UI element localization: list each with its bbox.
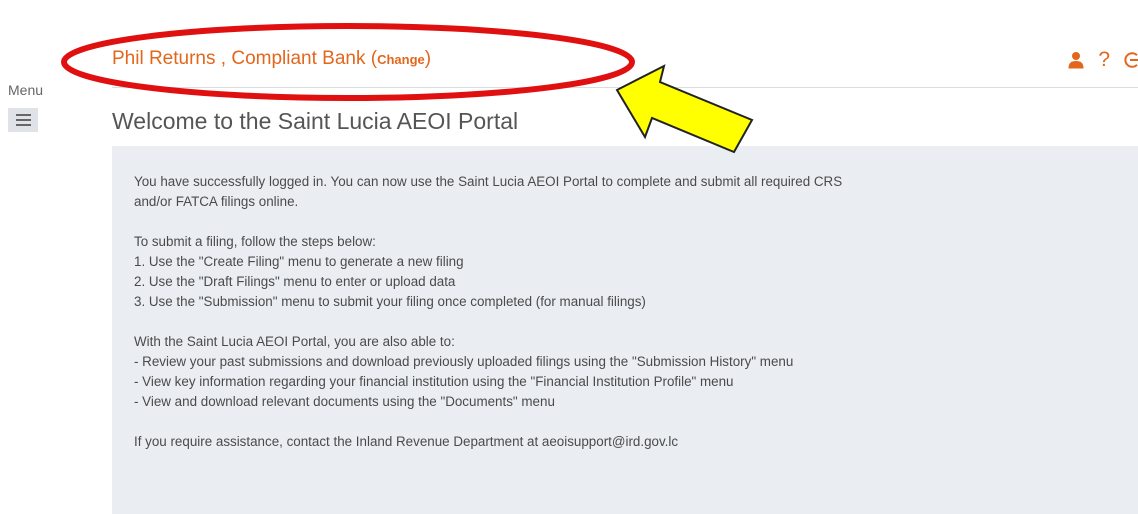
header-bar: Phil Returns , Compliant Bank (Change) ? — [112, 40, 1138, 88]
step-item: 2. Use the "Draft Filings" menu to enter… — [134, 274, 456, 289]
user-icon[interactable] — [1068, 51, 1084, 69]
menu-label: Menu — [8, 82, 44, 98]
header-icons: ? — [1068, 48, 1138, 72]
title-separator: , — [215, 48, 232, 69]
abilities-heading: With the Saint Lucia AEOI Portal, you ar… — [134, 334, 455, 349]
header-divider — [112, 87, 1138, 88]
user-bank-title: Phil Returns , Compliant Bank (Change) — [112, 48, 431, 70]
step-item: 1. Use the "Create Filing" menu to gener… — [134, 254, 464, 269]
help-icon[interactable]: ? — [1098, 48, 1110, 72]
ability-item: - Review your past submissions and downl… — [134, 354, 794, 369]
intro-line: and/or FATCA filings online. — [134, 194, 299, 209]
hamburger-line — [15, 114, 31, 116]
abilities-section: With the Saint Lucia AEOI Portal, you ar… — [134, 332, 1124, 412]
change-close-paren: ) — [424, 48, 432, 69]
assistance-text: If you require assistance, contact the I… — [134, 434, 679, 449]
steps-section: To submit a filing, follow the steps bel… — [134, 232, 1124, 312]
assistance-paragraph: If you require assistance, contact the I… — [134, 432, 1124, 452]
user-name: Phil Returns — [112, 48, 216, 69]
ability-item: - View and download relevant documents u… — [134, 394, 555, 409]
step-item: 3. Use the "Submission" menu to submit y… — [134, 294, 646, 309]
welcome-text: You have successfully logged in. You can… — [134, 172, 1124, 452]
page-title: Welcome to the Saint Lucia AEOI Portal — [112, 108, 519, 134]
hamburger-line — [15, 124, 31, 126]
logout-icon[interactable] — [1124, 50, 1138, 70]
change-bank-link[interactable]: Change — [377, 52, 425, 67]
hamburger-line — [15, 119, 31, 121]
intro-paragraph: You have successfully logged in. You can… — [134, 172, 1124, 212]
intro-line: You have successfully logged in. You can… — [134, 174, 843, 189]
ability-item: - View key information regarding your fi… — [134, 374, 734, 389]
change-open-paren: ( — [365, 48, 378, 69]
hamburger-menu-button[interactable] — [8, 108, 38, 132]
welcome-panel: You have successfully logged in. You can… — [112, 146, 1138, 514]
bank-name: Compliant Bank — [231, 48, 366, 69]
steps-heading: To submit a filing, follow the steps bel… — [134, 234, 376, 249]
